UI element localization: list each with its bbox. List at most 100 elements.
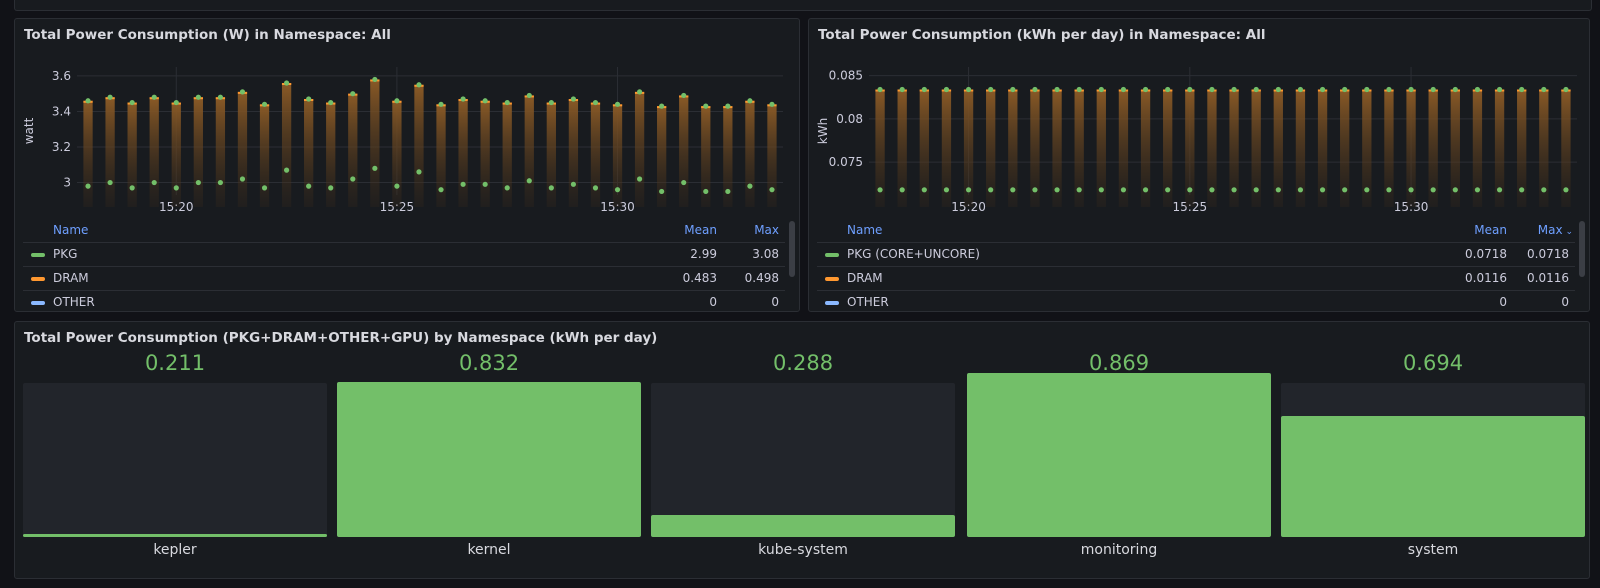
total-point[interactable]: [769, 101, 775, 107]
pkg-point[interactable]: [504, 185, 510, 191]
pkg-point[interactable]: [877, 187, 883, 193]
pkg-point[interactable]: [173, 185, 179, 191]
total-point[interactable]: [1430, 86, 1436, 93]
pkg-point[interactable]: [1541, 187, 1547, 193]
pkg-point[interactable]: [747, 183, 753, 189]
dram-bar[interactable]: [502, 102, 512, 207]
pkg-point[interactable]: [195, 179, 201, 186]
dram-bar[interactable]: [745, 100, 755, 207]
pkg-point[interactable]: [1297, 187, 1304, 193]
pkg-point[interactable]: [899, 187, 905, 193]
dram-bar[interactable]: [281, 83, 292, 207]
pkg-point[interactable]: [1187, 187, 1193, 193]
dram-bar[interactable]: [568, 99, 579, 207]
dram-bar[interactable]: [370, 79, 380, 207]
dram-bar[interactable]: [193, 97, 203, 207]
total-point[interactable]: [1142, 86, 1149, 93]
power-watts-chart[interactable]: watt3.63.43.2315:2015:2515:30: [15, 57, 785, 232]
total-point[interactable]: [1452, 86, 1458, 93]
total-point[interactable]: [107, 94, 113, 100]
dram-bar[interactable]: [105, 97, 115, 207]
pkg-point[interactable]: [350, 176, 356, 182]
pkg-point[interactable]: [1563, 187, 1569, 193]
pkg-point[interactable]: [1452, 187, 1458, 193]
pkg-point[interactable]: [1010, 187, 1016, 193]
legend-col-mean[interactable]: Mean: [684, 219, 717, 242]
legend-row-dram[interactable]: DRAM 0.483 0.498: [23, 267, 785, 291]
namespace-bar-system[interactable]: [1281, 383, 1585, 537]
panel-title[interactable]: Total Power Consumption (W) in Namespace…: [24, 27, 391, 43]
total-point[interactable]: [350, 91, 356, 97]
pkg-point[interactable]: [570, 181, 577, 187]
pkg-point[interactable]: [394, 183, 400, 189]
pkg-point[interactable]: [1142, 187, 1149, 193]
total-point[interactable]: [1209, 86, 1215, 93]
legend-col-name[interactable]: Name: [847, 219, 882, 242]
total-point[interactable]: [460, 96, 466, 102]
pkg-point[interactable]: [943, 187, 950, 193]
total-point[interactable]: [1253, 86, 1259, 93]
pkg-point[interactable]: [1364, 187, 1370, 193]
dram-bar[interactable]: [590, 102, 601, 207]
pkg-point[interactable]: [592, 185, 599, 191]
pkg-point[interactable]: [1076, 187, 1082, 193]
pkg-point[interactable]: [151, 179, 157, 186]
pkg-point[interactable]: [1253, 187, 1259, 193]
pkg-point[interactable]: [328, 185, 334, 191]
dram-bar[interactable]: [458, 99, 468, 207]
dram-bar[interactable]: [326, 102, 336, 207]
total-point[interactable]: [1032, 86, 1038, 93]
total-point[interactable]: [681, 92, 687, 99]
dram-bar[interactable]: [237, 91, 248, 207]
dram-bar[interactable]: [414, 84, 424, 207]
total-point[interactable]: [261, 101, 268, 107]
total-point[interactable]: [416, 82, 422, 88]
total-point[interactable]: [1541, 86, 1547, 93]
pkg-point[interactable]: [1098, 187, 1104, 193]
pkg-point[interactable]: [1386, 187, 1392, 193]
total-point[interactable]: [1342, 86, 1348, 93]
legend-col-max[interactable]: Max: [754, 219, 779, 242]
pkg-point[interactable]: [217, 179, 224, 186]
pkg-point[interactable]: [1474, 187, 1481, 193]
total-point[interactable]: [1165, 86, 1171, 93]
total-point[interactable]: [1364, 86, 1370, 93]
total-point[interactable]: [504, 99, 510, 106]
pkg-point[interactable]: [129, 185, 135, 191]
total-point[interactable]: [1010, 86, 1016, 93]
total-point[interactable]: [1076, 86, 1082, 93]
total-point[interactable]: [306, 96, 312, 102]
panel-title[interactable]: Total Power Consumption (PKG+DRAM+OTHER+…: [24, 330, 657, 346]
total-point[interactable]: [1408, 86, 1414, 93]
total-point[interactable]: [438, 101, 444, 107]
dram-bar[interactable]: [149, 97, 159, 207]
legend-scrollbar[interactable]: [789, 221, 795, 277]
total-point[interactable]: [129, 99, 135, 106]
pkg-point[interactable]: [1209, 187, 1215, 193]
total-point[interactable]: [173, 99, 179, 106]
dram-bar[interactable]: [392, 100, 402, 207]
legend-col-name[interactable]: Name: [53, 219, 88, 242]
total-point[interactable]: [1187, 86, 1193, 93]
total-point[interactable]: [725, 103, 731, 109]
total-point[interactable]: [988, 86, 994, 93]
dram-bar[interactable]: [634, 91, 645, 207]
total-point[interactable]: [151, 94, 157, 100]
pkg-point[interactable]: [988, 187, 994, 193]
pkg-point[interactable]: [1275, 187, 1281, 193]
pkg-point[interactable]: [703, 188, 709, 195]
total-point[interactable]: [1054, 86, 1060, 93]
total-point[interactable]: [747, 98, 753, 104]
total-point[interactable]: [1474, 86, 1481, 93]
total-point[interactable]: [328, 99, 334, 106]
namespace-bar-monitoring[interactable]: [967, 373, 1271, 537]
pkg-point[interactable]: [1342, 187, 1348, 193]
dram-bar[interactable]: [171, 102, 181, 207]
namespace-bar-kepler[interactable]: [23, 383, 327, 537]
total-point[interactable]: [1519, 86, 1525, 93]
total-point[interactable]: [1297, 86, 1304, 93]
legend-row-dram[interactable]: DRAM 0.0116 0.0116: [817, 267, 1575, 291]
dram-bar[interactable]: [127, 102, 137, 207]
pkg-point[interactable]: [306, 183, 312, 189]
pkg-point[interactable]: [85, 183, 91, 189]
